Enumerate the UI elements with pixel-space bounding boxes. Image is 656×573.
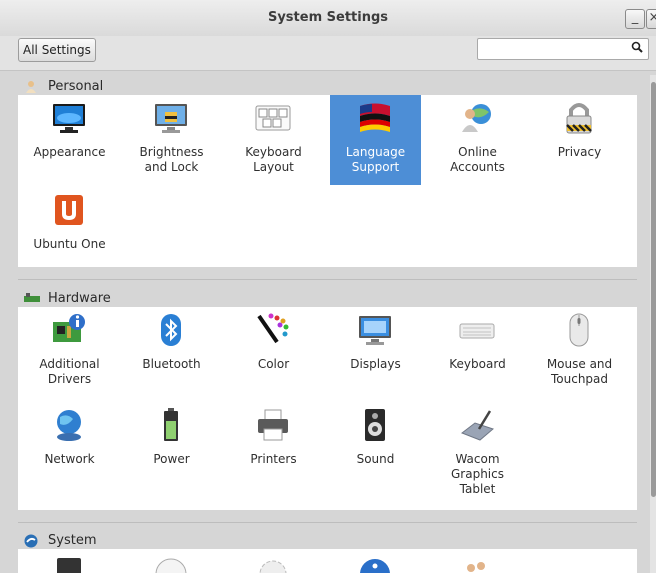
- section-title-hardware: Hardware: [48, 291, 111, 306]
- printers-item[interactable]: Printers: [228, 402, 319, 494]
- close-button[interactable]: ×: [646, 9, 656, 29]
- ubuntu-one-icon: [55, 195, 83, 225]
- displays-item[interactable]: Displays: [330, 307, 421, 399]
- privacy-label: Privacy: [557, 145, 602, 159]
- system-item[interactable]: [24, 549, 115, 573]
- keyboard-layout-icon: [255, 105, 291, 131]
- accessibility-icon: [360, 559, 390, 573]
- all-settings-button[interactable]: All Settings: [18, 38, 96, 62]
- battery-icon: [164, 408, 178, 441]
- printers-label: Printers: [250, 452, 297, 466]
- person-icon: [26, 81, 36, 93]
- brightness-label: Brightness and Lock: [139, 145, 204, 174]
- speaker-icon: [365, 409, 385, 441]
- power-item[interactable]: Power: [126, 402, 217, 494]
- power-label: Power: [153, 452, 190, 466]
- color-label: Color: [257, 357, 290, 371]
- hardware-panel: Additional Drivers Bluetooth Color Displ…: [18, 307, 637, 510]
- brightness-lock-icon: [155, 104, 187, 133]
- keyboard-item[interactable]: Keyboard: [432, 307, 523, 399]
- displays-label: Displays: [350, 357, 401, 371]
- section-title-personal: Personal: [48, 79, 104, 94]
- online-accounts-item[interactable]: Online Accounts: [432, 95, 523, 185]
- system-icon: [24, 534, 38, 548]
- mouse-touchpad-item[interactable]: Mouse and Touchpad: [534, 307, 625, 399]
- keyboard-layout-label: Keyboard Layout: [245, 145, 302, 174]
- user-accounts-icon: [467, 562, 485, 572]
- gear-icon: [259, 560, 287, 573]
- system-item[interactable]: [228, 549, 319, 573]
- language-support-label: Language Support: [345, 145, 406, 174]
- monitor-icon: [53, 104, 85, 133]
- flags-icon: [360, 103, 390, 132]
- color-item[interactable]: Color: [228, 307, 319, 399]
- brightness-item[interactable]: Brightness and Lock: [126, 95, 217, 185]
- sound-label: Sound: [356, 452, 395, 466]
- system-item[interactable]: [126, 549, 217, 573]
- privacy-item[interactable]: Privacy: [534, 95, 625, 185]
- keyboard-label: Keyboard: [449, 357, 506, 371]
- padlock-icon: [566, 103, 592, 134]
- mouse-icon: [569, 313, 589, 347]
- search-icon[interactable]: [631, 41, 643, 55]
- system-panel: [18, 549, 637, 573]
- network-label: Network: [44, 452, 95, 466]
- color-palette-icon: [257, 313, 289, 344]
- circuit-board-icon: [24, 293, 40, 302]
- ubuntu-one-item[interactable]: Ubuntu One: [24, 187, 115, 265]
- system-item[interactable]: [432, 549, 523, 573]
- ubuntu-one-label: Ubuntu One: [33, 237, 106, 251]
- graphics-tablet-icon: [460, 410, 495, 441]
- search-input[interactable]: [482, 39, 626, 59]
- bluetooth-label: Bluetooth: [142, 357, 201, 371]
- display-icon: [359, 316, 391, 345]
- wacom-tablet-item[interactable]: Wacom Graphics Tablet: [432, 402, 523, 510]
- language-support-item[interactable]: Language Support: [330, 95, 421, 185]
- wacom-tablet-label: Wacom Graphics Tablet: [451, 452, 504, 496]
- system-item[interactable]: [330, 549, 421, 573]
- search-field[interactable]: [477, 38, 649, 60]
- appearance-label: Appearance: [33, 145, 106, 159]
- scrollbar-thumb[interactable]: [651, 82, 656, 497]
- online-accounts-label: Online Accounts: [450, 145, 505, 174]
- title-bar: System Settings _ ×: [0, 0, 656, 37]
- section-divider: [18, 522, 637, 523]
- section-title-system: System: [48, 533, 97, 548]
- additional-drivers-item[interactable]: Additional Drivers: [24, 307, 115, 399]
- minimize-button[interactable]: _: [625, 9, 645, 29]
- clock-icon: [155, 558, 187, 573]
- online-accounts-icon: [462, 104, 491, 132]
- drivers-icon: [53, 314, 85, 342]
- network-globe-icon: [57, 410, 81, 441]
- mouse-touchpad-label: Mouse and Touchpad: [546, 357, 613, 386]
- bluetooth-item[interactable]: Bluetooth: [126, 307, 217, 399]
- additional-drivers-label: Additional Drivers: [39, 357, 100, 386]
- backup-drive-icon: [57, 558, 81, 573]
- network-item[interactable]: Network: [24, 402, 115, 494]
- printer-icon: [258, 409, 288, 441]
- appearance-item[interactable]: Appearance: [24, 95, 115, 185]
- window-title: System Settings: [267, 10, 389, 25]
- keyboard-icon: [459, 323, 495, 339]
- bluetooth-icon: [161, 314, 181, 346]
- keyboard-layout-item[interactable]: Keyboard Layout: [228, 95, 319, 185]
- sound-item[interactable]: Sound: [330, 402, 421, 494]
- section-divider: [18, 279, 637, 280]
- toolbar: All Settings: [0, 36, 656, 71]
- personal-panel: Appearance Brightness and Lock Keyboard …: [18, 95, 637, 267]
